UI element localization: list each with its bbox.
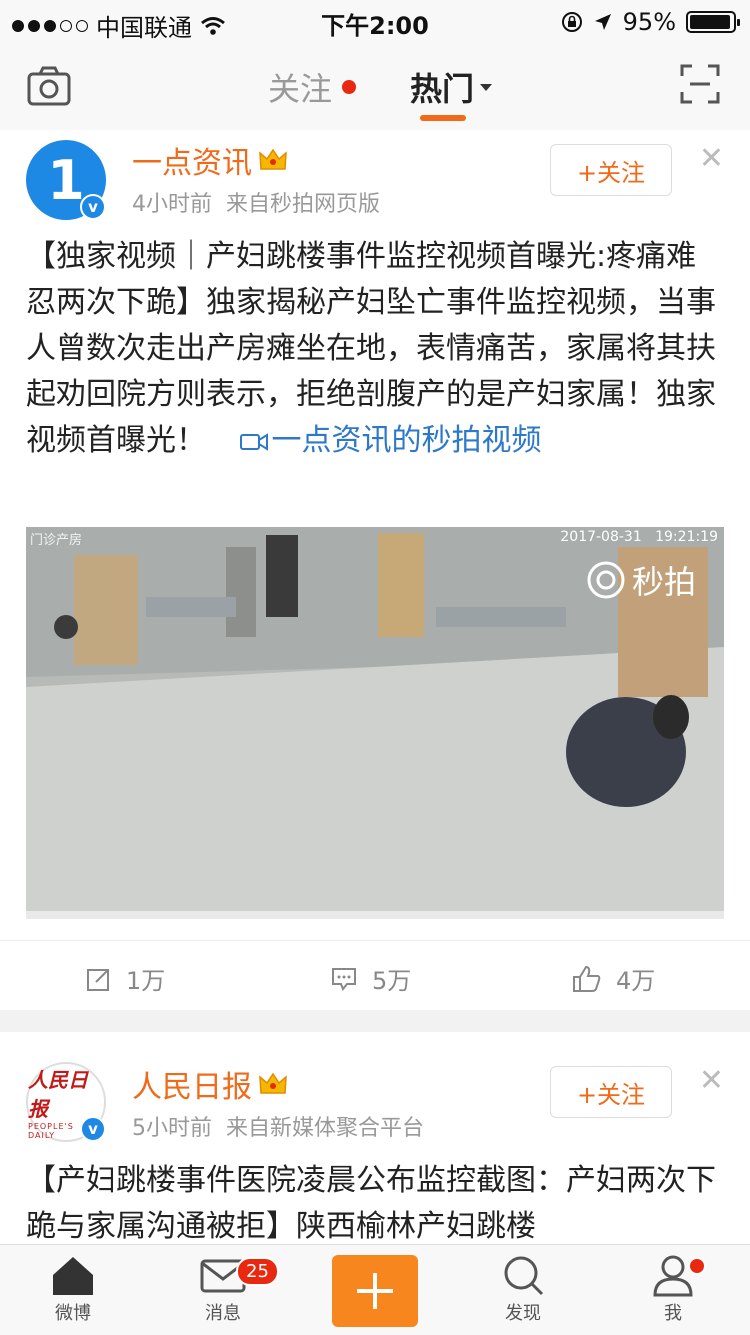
close-icon[interactable]: ✕: [699, 144, 724, 174]
compose-button[interactable]: [332, 1255, 418, 1327]
avatar-logo-text: 人民日报: [28, 1068, 88, 1121]
post-text: 【产妇跳楼事件医院凌晨公布监控截图：产妇两次下跪与家属沟通被拒】陕西榆林产妇跳楼: [26, 1163, 716, 1244]
like-count: 4万: [616, 967, 656, 995]
post-text: 【独家视频｜产妇跳楼事件监控视频首曝光:疼痛难忍两次下跪】独家揭秘产妇坠亡事件监…: [26, 234, 720, 464]
comment-button[interactable]: 5万: [330, 961, 411, 996]
camera-icon[interactable]: [26, 64, 72, 110]
notification-dot: [688, 1257, 706, 1275]
tab-home-label: 微博: [55, 1303, 91, 1324]
active-tab-indicator: [420, 115, 466, 121]
tab-follow[interactable]: 关注: [268, 64, 357, 110]
battery-percent: 95%: [622, 8, 676, 36]
status-bar: 中国联通 下午2:00 95%: [0, 0, 750, 42]
post-time: 5小时前: [132, 1116, 212, 1141]
video-link-label: 一点资讯的秒拍视频: [271, 423, 542, 458]
home-icon: [53, 1257, 93, 1295]
comment-icon: [332, 967, 356, 991]
avatar-text: 1: [47, 148, 85, 212]
thumbs-up-icon: [573, 965, 601, 992]
author-label: 人民日报: [132, 1070, 252, 1105]
tab-follow-label: 关注: [268, 70, 333, 108]
post-source: 来自秒拍网页版: [226, 192, 381, 217]
video-player[interactable]: 门诊产房 2017-08-31 19:21:19 秒拍: [26, 527, 724, 919]
repost-button[interactable]: 1万: [86, 961, 165, 996]
tab-discover[interactable]: 发现: [478, 1253, 568, 1325]
verified-badge-icon: v: [80, 194, 106, 220]
close-icon[interactable]: ✕: [699, 1066, 724, 1096]
verified-badge-icon: v: [80, 1116, 106, 1142]
messages-badge: 25: [236, 1257, 279, 1286]
miaopai-watermark: 秒拍: [586, 557, 696, 603]
post-time: 4小时前: [132, 192, 212, 217]
tab-discover-label: 发现: [505, 1303, 541, 1324]
video-icon: [239, 432, 268, 451]
repost-count: 1万: [126, 967, 166, 995]
post-source: 来自新媒体聚合平台: [226, 1116, 425, 1141]
search-icon: [504, 1256, 544, 1296]
post-actions: 1万 5万 4万: [0, 940, 750, 1011]
post-meta: 5小时前 来自新媒体聚合平台: [132, 1110, 424, 1142]
follow-button[interactable]: +关注: [550, 1066, 672, 1118]
tab-messages-label: 消息: [205, 1303, 241, 1324]
unread-dot: [342, 80, 357, 94]
video-corner-label: 门诊产房: [30, 533, 83, 548]
like-button[interactable]: 4万: [572, 961, 655, 996]
chevron-down-icon: [480, 83, 493, 91]
crown-icon: [259, 1072, 287, 1094]
video-timestamp: 2017-08-31 19:21:19: [560, 529, 718, 545]
top-nav: 关注 热门: [0, 42, 750, 131]
video-link[interactable]: 一点资讯的秒拍视频: [216, 423, 542, 458]
follow-button[interactable]: +关注: [550, 144, 672, 196]
scan-icon[interactable]: [680, 64, 720, 104]
tab-me-label: 我: [664, 1303, 682, 1324]
plus-icon: [357, 1273, 393, 1309]
crown-icon: [259, 148, 287, 170]
author-label: 一点资讯: [132, 146, 252, 181]
tab-hot-label: 热门: [410, 70, 475, 108]
post-meta: 4小时前 来自秒拍网页版: [132, 186, 380, 218]
repost-icon: [87, 968, 109, 991]
author-name[interactable]: 一点资讯: [132, 138, 288, 182]
feed-post[interactable]: 人民日报 PEOPLE'S DAILY v 人民日报 5小时前 来自新媒体聚合平…: [0, 1032, 750, 1272]
feed-post[interactable]: 1 v 一点资讯 4小时前 来自秒拍网页版 +关注 ✕ 【独家视频｜产妇跳楼事件…: [0, 130, 750, 1010]
location-arrow-icon: [594, 14, 611, 30]
miaopai-logo-icon: [587, 561, 625, 599]
author-name[interactable]: 人民日报: [132, 1062, 288, 1106]
comment-count: 5万: [372, 967, 412, 995]
rotation-lock-icon: [561, 12, 582, 32]
battery-icon: [686, 11, 740, 33]
bottom-tab-bar: 微博 消息 25 发现 我: [0, 1244, 750, 1335]
tab-hot[interactable]: 热门: [410, 64, 493, 110]
tab-home[interactable]: 微博: [28, 1253, 118, 1325]
